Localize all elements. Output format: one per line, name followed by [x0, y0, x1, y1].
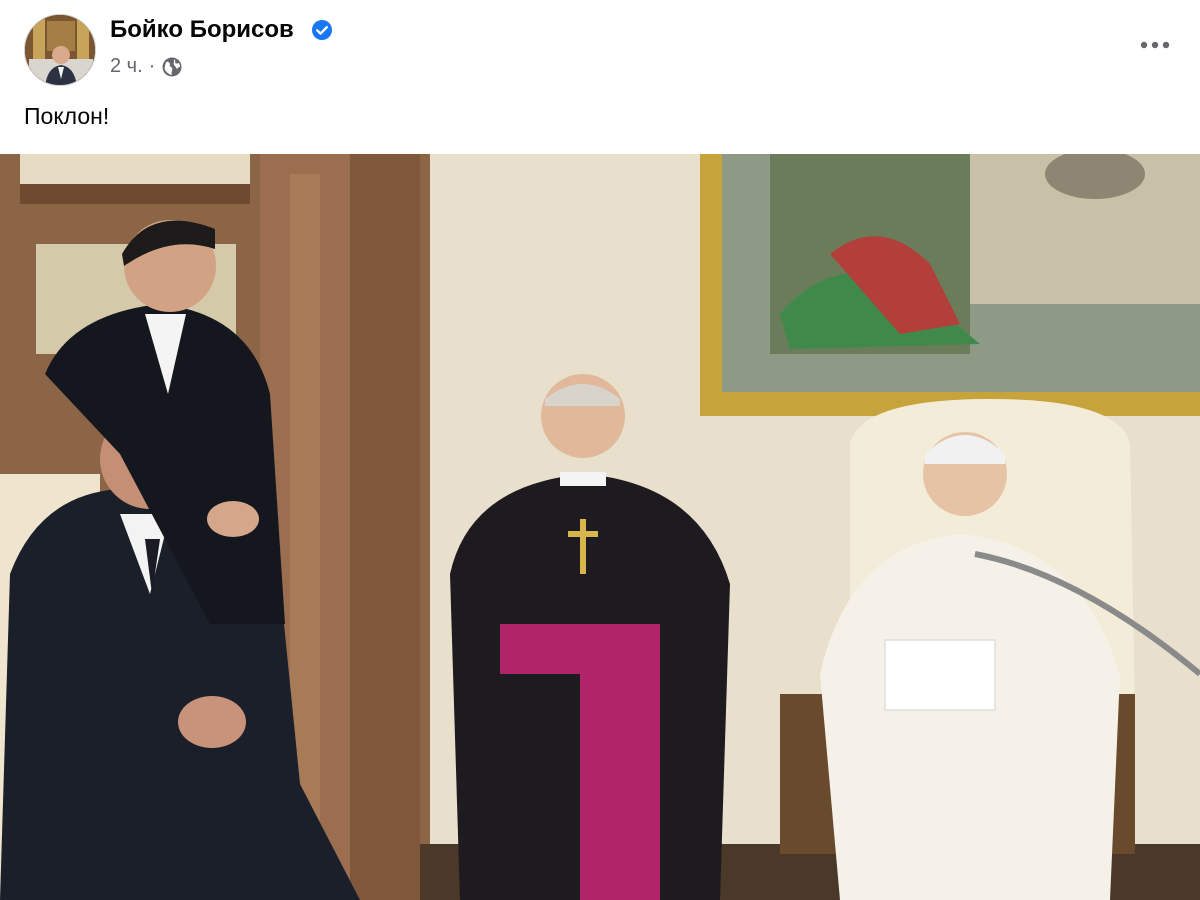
- verified-badge-icon: [312, 20, 332, 40]
- avatar-image: [25, 15, 95, 85]
- more-options-button[interactable]: [1138, 30, 1172, 60]
- meta-separator: ·: [148, 55, 156, 77]
- post-header: Бойко Борисов 2 ч. ·: [0, 0, 1200, 100]
- photo-illustration: [0, 154, 1200, 900]
- post-meta: 2 ч. ·: [110, 55, 183, 78]
- globe-icon[interactable]: [161, 56, 183, 78]
- author-name[interactable]: Бойко Борисов: [110, 16, 294, 44]
- post-timestamp[interactable]: 2 ч.: [110, 55, 143, 78]
- more-options-icon: [1140, 41, 1170, 49]
- post-photo[interactable]: [0, 154, 1200, 900]
- post-text: Поклон!: [24, 103, 110, 129]
- author-avatar[interactable]: [24, 14, 96, 86]
